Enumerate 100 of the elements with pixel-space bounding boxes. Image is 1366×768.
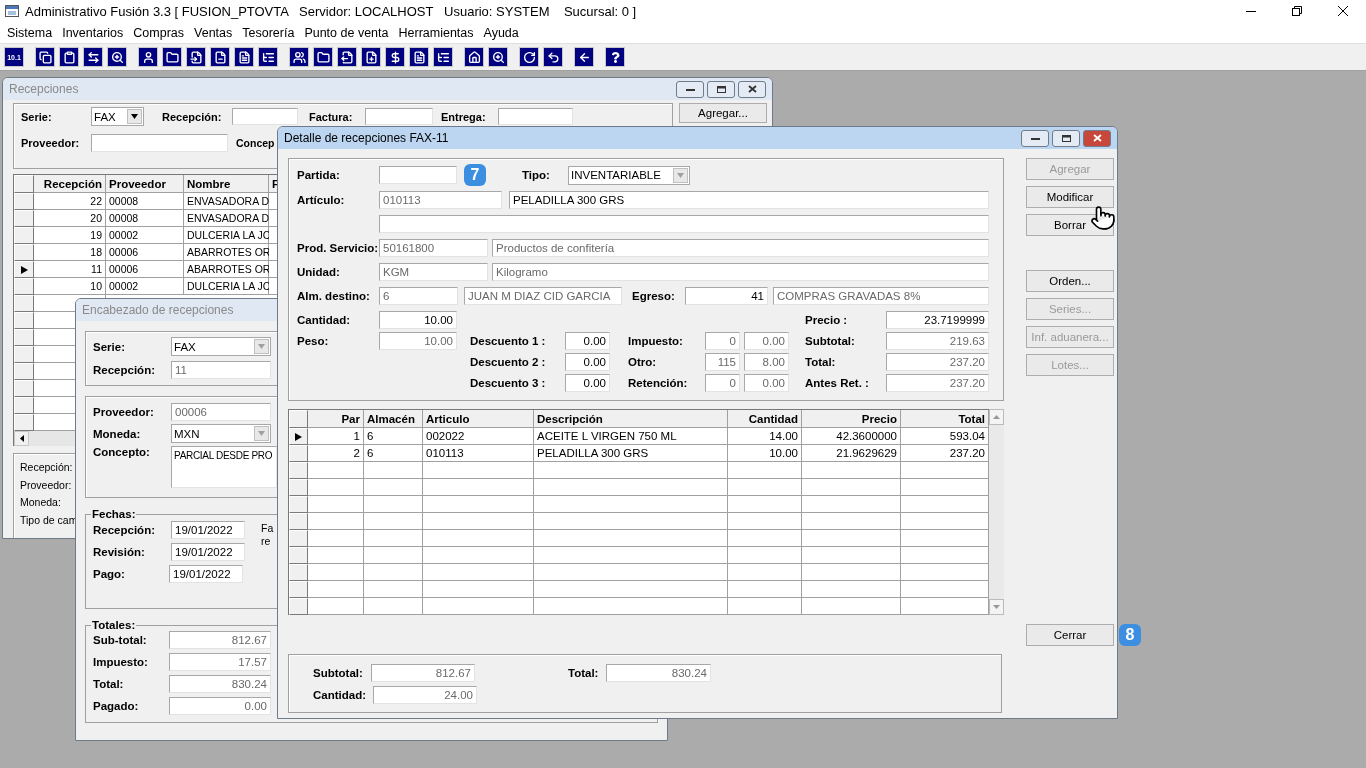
table-cell: 237.20	[901, 445, 989, 462]
group-title: Totales:	[91, 619, 137, 631]
field-label: Moneda:	[93, 427, 142, 440]
input-field[interactable]: KGM	[379, 262, 488, 281]
input-field[interactable]: 0	[705, 373, 740, 392]
input-field[interactable]: 17.57	[169, 653, 271, 671]
window-title: Detalle de recepciones FAX-11	[284, 131, 449, 145]
table-cell: ABARROTES OR	[184, 261, 269, 278]
field-label: Tipo:	[522, 169, 551, 181]
input-field[interactable]: 24.00	[373, 685, 477, 704]
column-header: Articulo	[423, 410, 534, 428]
input-field[interactable]: 8.00	[744, 352, 789, 371]
menu-item[interactable]: Punto de venta	[299, 25, 394, 40]
column-header: Almacén	[364, 410, 423, 428]
field-label: Artículo:	[297, 193, 346, 206]
callout-badge: 7	[464, 164, 486, 186]
menu-item[interactable]: Tesorería	[237, 25, 300, 40]
menu-item[interactable]: Inventarios	[57, 25, 129, 40]
window-title: Encabezado de recepciones	[82, 303, 234, 317]
input-field[interactable]: 115	[705, 352, 740, 371]
field-label: Cantidad:	[297, 313, 352, 326]
field-label: Unidad:	[297, 265, 341, 278]
column-header: Total	[901, 410, 989, 428]
add-button[interactable]: Agregar...	[679, 103, 767, 123]
action-button[interactable]: Orden...	[1026, 270, 1114, 292]
field-label: Antes Ret. :	[805, 376, 870, 389]
input-field[interactable]: 010113	[379, 190, 502, 209]
field-label: Descuento 1 :	[470, 334, 547, 347]
table-cell: 002022	[423, 428, 534, 445]
menu-item[interactable]: Sistema	[2, 25, 58, 40]
input-field[interactable]: 11	[171, 360, 271, 379]
field-label: Total:	[568, 666, 600, 679]
input-field[interactable]: 19/01/2022	[169, 564, 243, 583]
input-field[interactable]: 19/01/2022	[171, 542, 245, 561]
input-field[interactable]: COMPRAS GRAVADAS 8%	[773, 286, 989, 305]
field-label: Fa	[261, 522, 274, 535]
table-cell: 14.00	[728, 428, 802, 445]
input-field[interactable]: 00006	[171, 402, 271, 421]
input-field[interactable]: 41	[685, 286, 768, 305]
input-field[interactable]: 50161800	[379, 238, 488, 257]
field-label: Precio :	[805, 313, 849, 326]
field-label: re	[261, 535, 271, 548]
input-field[interactable]: 0.00	[565, 331, 610, 350]
action-button[interactable]: Modificar	[1026, 186, 1114, 208]
input-field[interactable]: 812.67	[371, 663, 475, 682]
input-field[interactable]: 0.00	[744, 331, 789, 350]
table-cell: 42.3600000	[802, 428, 901, 445]
input-field[interactable]: 19/01/2022	[171, 520, 245, 539]
field-label: Concep	[236, 137, 275, 149]
field-label: Serie:	[93, 340, 126, 353]
input-field[interactable]: 830.24	[606, 663, 711, 682]
input-field[interactable]: 0.00	[169, 697, 271, 715]
input-field[interactable]: 830.24	[169, 675, 271, 693]
text-area[interactable]: PARCIAL DESDE PRO	[171, 446, 277, 488]
close-button[interactable]: Cerrar	[1026, 624, 1114, 646]
field-label: Recepción:	[93, 523, 156, 536]
field-label: Recepción:	[20, 460, 73, 475]
input-field[interactable]: 6	[379, 286, 458, 305]
field-label: Otro:	[628, 355, 658, 368]
table-cell: 6	[364, 445, 423, 462]
input-field[interactable]: 0.00	[565, 352, 610, 371]
field-label: Descuento 2 :	[470, 355, 547, 368]
field-label: Subtotal:	[805, 334, 856, 347]
field-label: Egreso:	[632, 289, 676, 302]
field-label: Peso:	[297, 334, 330, 347]
dropdown-field[interactable]: FAX	[91, 107, 144, 126]
field-label: Moneda:	[20, 495, 61, 510]
field-label: Pagado:	[93, 700, 140, 712]
table-cell: 1	[308, 428, 364, 445]
field-label: Proveedor:	[20, 477, 72, 493]
input-field[interactable]: 0.00	[565, 373, 610, 392]
menu-item[interactable]: Ayuda	[478, 25, 524, 40]
input-field[interactable]: JUAN M DIAZ CID GARCIA	[464, 286, 622, 305]
input-field[interactable]: 237.20	[886, 373, 989, 392]
input-field[interactable]: 10.00	[379, 331, 457, 350]
input-field[interactable]: 812.67	[169, 631, 271, 649]
input-field[interactable]: 0.00	[744, 373, 789, 392]
table-cell: 2	[308, 445, 364, 462]
table-cell: ACEITE L VIRGEN 750 ML	[534, 428, 728, 445]
menu-item[interactable]: Ventas	[189, 25, 238, 40]
table-cell: 00002	[106, 278, 184, 295]
input-field[interactable]: 0	[705, 331, 740, 350]
window-title: Administrativo Fusión 3.3 [ FUSION_PTOVTA Servidor: LOCALHOST Usuario: SYSTEM Sucursal: 0 ]	[25, 3, 637, 19]
table-cell: 6	[364, 428, 423, 445]
table-cell: PELADILLA 300 GRS	[534, 445, 728, 462]
field-label: Pago:	[93, 567, 126, 580]
input-field[interactable]: PELADILLA 300 GRS	[509, 190, 989, 209]
menu-item[interactable]: Compras	[128, 25, 190, 40]
field-label: Recepción:	[93, 363, 156, 376]
input-field[interactable]: 10.00	[379, 310, 457, 329]
input-field[interactable]: 237.20	[886, 352, 989, 371]
field-label: Impuesto:	[628, 334, 684, 347]
input-field[interactable]: 23.7199999	[886, 310, 989, 329]
menu-item[interactable]: Herramientas	[393, 25, 479, 40]
field-label: Proveedor:	[21, 137, 81, 149]
table-cell: 20	[34, 210, 106, 227]
column-header: Precio	[802, 410, 901, 428]
input-field[interactable]: Kilogramo	[492, 262, 989, 281]
input-field[interactable]: Productos de confitería	[492, 238, 989, 257]
input-field[interactable]: 219.63	[886, 331, 989, 350]
